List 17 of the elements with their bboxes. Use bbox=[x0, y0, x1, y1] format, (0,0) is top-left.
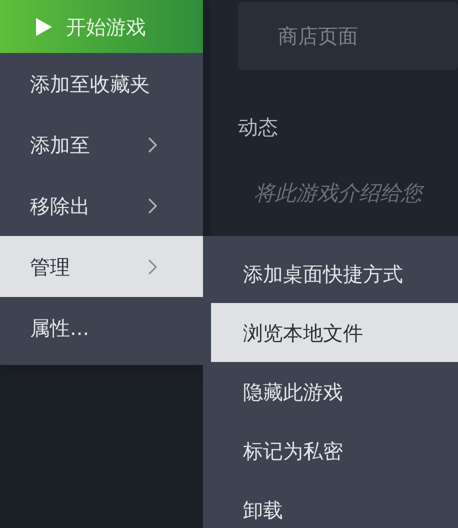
chevron-right-icon bbox=[148, 198, 157, 214]
section-title: 动态 bbox=[238, 114, 278, 141]
menu-item[interactable]: 添加至收藏夹 bbox=[0, 53, 203, 114]
play-icon bbox=[36, 18, 52, 36]
menu-item[interactable]: 管理 bbox=[0, 236, 203, 297]
submenu-item[interactable]: 标记为私密 bbox=[211, 421, 458, 480]
recommend-prompt: 将此游戏介绍给您 bbox=[254, 180, 422, 207]
submenu-item[interactable]: 卸载 bbox=[211, 480, 458, 528]
submenu-item[interactable]: 隐藏此游戏 bbox=[211, 362, 458, 421]
menu-item[interactable]: 属性... bbox=[0, 297, 203, 358]
chevron-right-icon bbox=[148, 136, 157, 152]
store-page-button[interactable]: 商店页面 bbox=[238, 2, 458, 70]
chevron-right-icon bbox=[148, 258, 157, 274]
submenu-item[interactable]: 浏览本地文件 bbox=[211, 303, 458, 362]
submenu-item[interactable]: 添加桌面快捷方式 bbox=[211, 244, 458, 303]
menu-item[interactable]: 移除出 bbox=[0, 175, 203, 236]
menu-item[interactable]: 添加至 bbox=[0, 114, 203, 175]
